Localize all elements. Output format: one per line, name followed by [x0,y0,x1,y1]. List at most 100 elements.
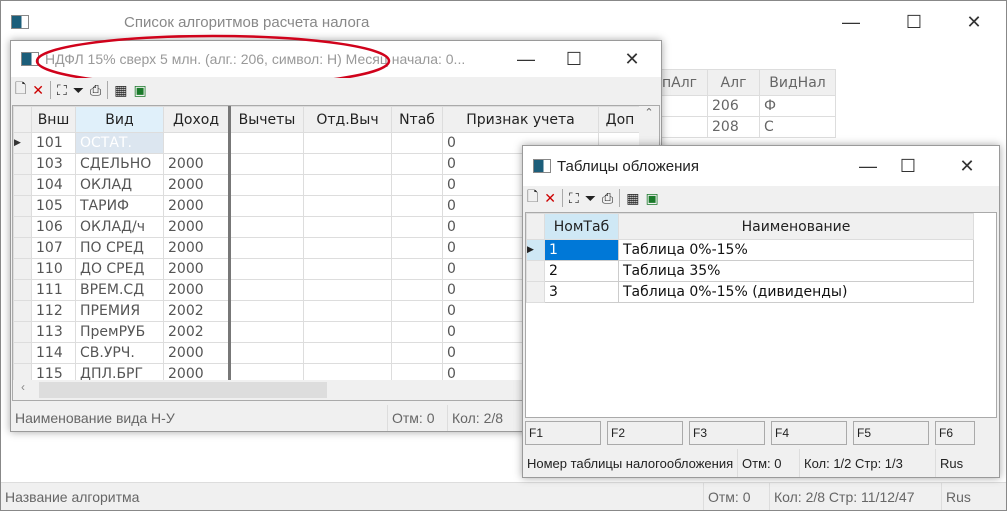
new-icon[interactable]: 🗋 [15,78,26,102]
table-cell[interactable]: 106 [31,216,76,238]
close-button[interactable]: ✕ [609,41,655,77]
table-cell[interactable]: 114 [31,342,76,364]
table-cell[interactable]: СДЕЛЬНО [75,153,164,175]
find-icon[interactable]: ⛶ [57,82,67,99]
table-cell[interactable]: ПремРУБ [75,321,164,343]
table-cell[interactable]: 2000 [163,237,231,259]
table-cell[interactable]: ПО СРЕД [75,237,164,259]
table-cell[interactable] [303,300,392,322]
col-header[interactable]: Наименование [618,213,974,240]
table-row[interactable]: 3 Таблица 0%-15% (дивиденды) [526,281,974,303]
table-cell[interactable] [303,258,392,280]
col-header[interactable]: НомТаб [544,213,619,240]
table-cell[interactable] [391,342,443,364]
table-cell[interactable]: ОКЛАД/ч [75,216,164,238]
settings-icon[interactable]: ▦ [114,82,127,99]
table-row[interactable]: 208 С [651,116,836,138]
col-header[interactable]: ВидНал [759,69,836,96]
table-cell[interactable] [229,300,304,322]
table-cell[interactable]: 105 [31,195,76,217]
table-cell[interactable] [303,174,392,196]
table-cell[interactable] [391,153,443,175]
delete-icon[interactable]: ✕ [32,82,44,99]
table-cell[interactable]: ПРЕМИЯ [75,300,164,322]
col-header[interactable]: Признак учета [442,106,599,133]
table-cell[interactable] [391,174,443,196]
table-cell[interactable]: 2000 [163,258,231,280]
table-cell[interactable]: 3 [544,281,619,303]
f2-button[interactable]: F2 [607,421,683,445]
table-cell[interactable]: Таблица 0%-15% [618,239,974,261]
table-cell[interactable]: 101 [31,132,76,154]
col-header[interactable]: Внш [31,106,76,133]
table-cell[interactable] [229,174,304,196]
table-cell[interactable]: 1 [544,239,619,261]
table-cell[interactable]: 2000 [163,342,231,364]
col-header[interactable]: Отд.Выч [303,106,392,133]
close-button[interactable]: ✕ [951,1,997,43]
find-icon[interactable]: ⛶ [569,190,579,207]
new-icon[interactable]: 🗋 [527,186,538,210]
table-cell[interactable]: 2 [544,260,619,282]
table-cell[interactable] [391,300,443,322]
table-cell[interactable]: 2000 [163,216,231,238]
table-row[interactable]: 206 Ф [651,95,836,117]
table-cell[interactable]: 2002 [163,300,231,322]
table-row[interactable]: 2 Таблица 35% [526,260,974,282]
maximize-button[interactable]: ☐ [885,146,931,186]
table-cell[interactable]: 2002 [163,321,231,343]
table-cell[interactable] [229,195,304,217]
f5-button[interactable]: F5 [853,421,929,445]
col-header[interactable]: Доп [598,106,642,133]
f3-button[interactable]: F3 [689,421,765,445]
table-cell[interactable] [303,342,392,364]
table-cell[interactable] [229,279,304,301]
table-cell[interactable] [229,216,304,238]
table-cell[interactable]: 111 [31,279,76,301]
excel-icon[interactable]: ▣ [645,190,658,207]
table-cell[interactable] [229,132,304,154]
filter-icon[interactable]: ⏷ [585,190,596,207]
table-cell[interactable]: 110 [31,258,76,280]
table-cell[interactable] [391,216,443,238]
table-cell[interactable]: 113 [31,321,76,343]
table-cell[interactable]: СВ.УРЧ. [75,342,164,364]
col-header[interactable]: Вычеты [229,106,304,133]
filter-icon[interactable]: ⏷ [73,82,84,99]
table-cell[interactable]: Таблица 0%-15% (дивиденды) [618,281,974,303]
col-header[interactable]: Алг [707,69,760,96]
col-header[interactable]: Доход [163,106,231,133]
maximize-button[interactable]: ☐ [551,41,597,77]
table-cell[interactable]: 2000 [163,279,231,301]
table-cell[interactable]: ТАРИФ [75,195,164,217]
table-cell[interactable] [163,132,231,154]
table-cell[interactable] [391,132,443,154]
table-cell[interactable] [303,153,392,175]
table-cell[interactable] [229,258,304,280]
f1-button[interactable]: F1 [525,421,601,445]
table-cell[interactable] [303,279,392,301]
minimize-button[interactable]: — [828,1,874,43]
table-cell[interactable] [229,342,304,364]
table-cell[interactable] [303,216,392,238]
table-cell[interactable] [391,258,443,280]
table-cell[interactable]: ОСТАТ. [75,132,164,154]
table-cell[interactable]: ВРЕМ.СД [75,279,164,301]
f6-button[interactable]: F6 [935,421,975,445]
table-cell[interactable]: ОКЛАД [75,174,164,196]
table-cell[interactable] [391,237,443,259]
minimize-button[interactable]: — [503,41,549,77]
col-header[interactable]: Nтаб [391,106,443,133]
table-cell[interactable]: Таблица 35% [618,260,974,282]
close-button[interactable]: ✕ [944,146,990,186]
maximize-button[interactable]: ☐ [891,1,937,43]
col-header[interactable]: Вид [75,106,164,133]
table-cell[interactable] [303,237,392,259]
table-cell[interactable] [229,153,304,175]
delete-icon[interactable]: ✕ [544,190,556,207]
table-cell[interactable]: 2000 [163,195,231,217]
print-icon[interactable]: ⎙ [602,190,613,207]
table-cell[interactable] [229,321,304,343]
table-cell[interactable] [303,195,392,217]
settings-icon[interactable]: ▦ [626,190,639,207]
